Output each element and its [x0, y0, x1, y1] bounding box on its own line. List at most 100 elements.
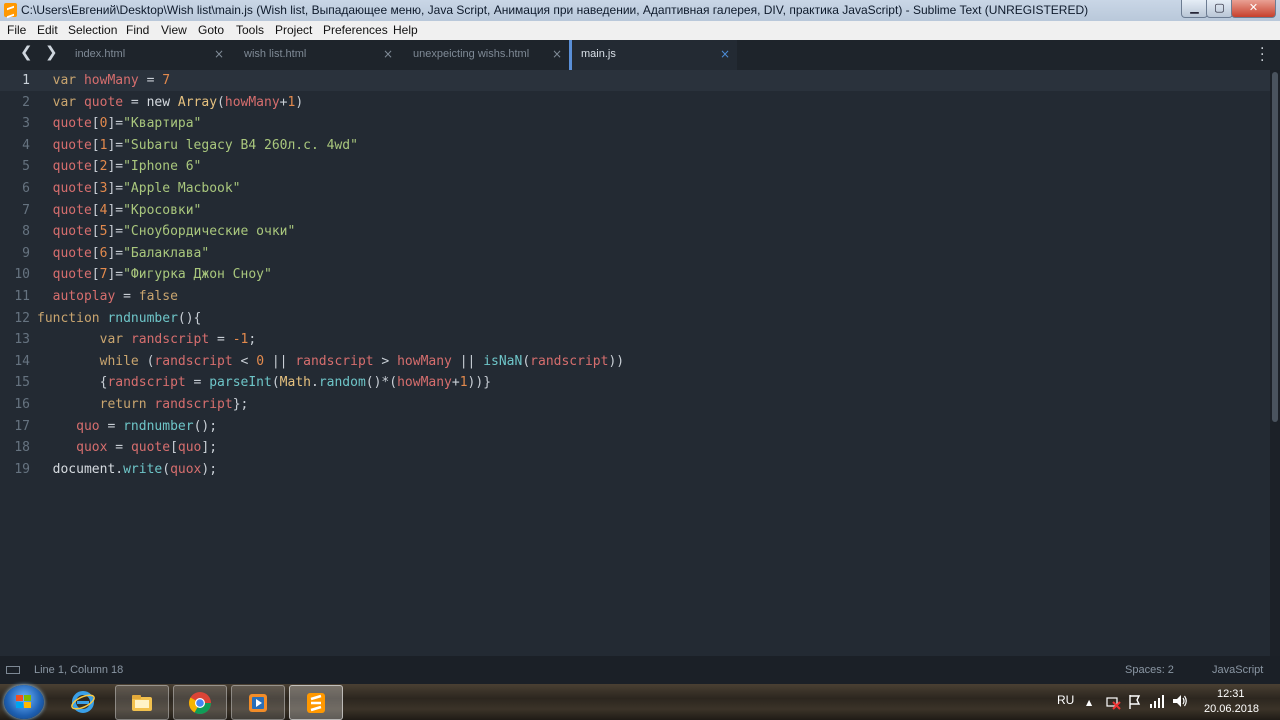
syntax-mode[interactable]: JavaScript	[1212, 664, 1263, 676]
line-number[interactable]: 9	[0, 243, 30, 264]
clock-date[interactable]: 20.06.2018	[1204, 703, 1259, 715]
code-line[interactable]: 8 quote[5]="Сноубордические очки"	[0, 221, 1270, 242]
menu-tools[interactable]: Tools	[236, 23, 264, 37]
code-token: <	[232, 353, 257, 369]
code-line[interactable]: 19 document.write(quox);	[0, 459, 1270, 480]
window-title: C:\Users\Евгений\Desktop\Wish list\main.…	[21, 3, 1089, 17]
line-number[interactable]: 10	[0, 264, 30, 285]
tab-unexpeicting-wishs-html[interactable]: unexpeicting wishs.html ×	[399, 40, 569, 70]
code-line[interactable]: 7 quote[4]="Кросовки"	[0, 200, 1270, 221]
clock-time[interactable]: 12:31	[1217, 688, 1245, 700]
menu-find[interactable]: Find	[126, 23, 149, 37]
code-line[interactable]: 14 while (randscript < 0 || randscript >…	[0, 351, 1270, 372]
code-token: quote	[52, 245, 92, 261]
code-line[interactable]: 18 quox = quote[quo];	[0, 437, 1270, 458]
line-number[interactable]: 2	[0, 92, 30, 113]
code-line[interactable]: 17 quo = rndnumber();	[0, 416, 1270, 437]
code-text: quote[1]="Subaru legacy B4 260л.с. 4wd"	[37, 135, 358, 156]
tab-label: index.html	[75, 48, 126, 60]
line-number[interactable]: 12	[0, 308, 30, 329]
line-number[interactable]: 4	[0, 135, 30, 156]
code-line[interactable]: 6 quote[3]="Apple Macbook"	[0, 178, 1270, 199]
start-button[interactable]	[4, 685, 44, 719]
tab-bar: ❮ ❯ index.html × wish list.html × unexpe…	[0, 40, 1280, 70]
chevron-left-icon[interactable]: ❮	[20, 43, 33, 61]
code-line[interactable]: 12 function rndnumber(){	[0, 308, 1270, 329]
line-number[interactable]: 19	[0, 459, 30, 480]
taskbar-google-chrome[interactable]	[173, 685, 227, 720]
menu-goto[interactable]: Goto	[198, 23, 224, 37]
scrollbar-thumb[interactable]	[1272, 72, 1278, 422]
code-line[interactable]: 15 {randscript = parseInt(Math.random()*…	[0, 372, 1270, 393]
maximize-button[interactable]: ▢	[1206, 0, 1233, 18]
close-tab-icon[interactable]: ×	[383, 47, 393, 61]
code-editor[interactable]: 1 var howMany = 72 var quote = new Array…	[0, 70, 1270, 656]
tab-index-html[interactable]: index.html ×	[61, 40, 231, 70]
code-token: [	[91, 202, 100, 218]
code-line[interactable]: 1 var howMany = 7	[0, 70, 1270, 91]
line-number[interactable]: 16	[0, 394, 30, 415]
window-title-bar[interactable]: C:\Users\Евгений\Desktop\Wish list\main.…	[0, 0, 1280, 22]
code-line[interactable]: 13 var randscript = -1;	[0, 329, 1270, 350]
code-line[interactable]: 4 quote[1]="Subaru legacy B4 260л.с. 4wd…	[0, 135, 1270, 156]
minimize-button[interactable]: ▁	[1181, 0, 1208, 18]
menu-view[interactable]: View	[161, 23, 187, 37]
show-hidden-icons-icon[interactable]: ▲	[1086, 698, 1092, 707]
internet-explorer-icon	[71, 691, 95, 713]
menu-help[interactable]: Help	[393, 23, 418, 37]
input-language[interactable]: RU	[1057, 693, 1074, 707]
line-number[interactable]: 13	[0, 329, 30, 350]
code-line[interactable]: 2 var quote = new Array(howMany+1)	[0, 92, 1270, 113]
taskbar-file-explorer[interactable]	[115, 685, 169, 720]
code-token: >	[373, 353, 398, 369]
tab-label: main.js	[581, 48, 616, 60]
code-token: ||	[264, 353, 296, 369]
code-line[interactable]: 9 quote[6]="Балаклава"	[0, 243, 1270, 264]
action-center-flag-icon[interactable]	[1128, 694, 1142, 710]
panel-toggle-icon[interactable]	[6, 666, 20, 674]
line-number[interactable]: 3	[0, 113, 30, 134]
vertical-scrollbar[interactable]	[1270, 70, 1280, 656]
line-number[interactable]: 8	[0, 221, 30, 242]
close-tab-icon[interactable]: ×	[214, 47, 224, 61]
code-line[interactable]: 16 return randscript};	[0, 394, 1270, 415]
line-number[interactable]: 6	[0, 178, 30, 199]
code-line[interactable]: 11 autoplay = false	[0, 286, 1270, 307]
tab-main-js[interactable]: main.js ×	[569, 40, 737, 70]
line-number[interactable]: 7	[0, 200, 30, 221]
close-tab-icon[interactable]: ×	[720, 47, 730, 61]
line-number[interactable]: 17	[0, 416, 30, 437]
code-token: howMany	[397, 353, 452, 369]
line-number[interactable]: 15	[0, 372, 30, 393]
volume-icon[interactable]	[1172, 694, 1188, 708]
line-number[interactable]: 5	[0, 156, 30, 177]
close-tab-icon[interactable]: ×	[552, 47, 562, 61]
line-number[interactable]: 1	[0, 70, 30, 91]
chevron-right-icon[interactable]: ❯	[45, 43, 58, 61]
code-line[interactable]: 5 quote[2]="Iphone 6"	[0, 156, 1270, 177]
indentation-setting[interactable]: Spaces: 2	[1125, 664, 1174, 676]
code-line[interactable]: 10 quote[7]="Фигурка Джон Сноу"	[0, 264, 1270, 285]
menu-file[interactable]: File	[7, 23, 26, 37]
taskbar-sublime-text[interactable]	[289, 685, 343, 720]
code-line[interactable]: 3 quote[0]="Квартира"	[0, 113, 1270, 134]
line-number[interactable]: 11	[0, 286, 30, 307]
code-token: rndnumber	[107, 310, 178, 326]
menu-preferences[interactable]: Preferences	[323, 23, 388, 37]
tab-wish-list-html[interactable]: wish list.html ×	[230, 40, 400, 70]
taskbar-media-player[interactable]	[231, 685, 285, 720]
signal-strength-icon[interactable]	[1150, 694, 1166, 708]
line-number[interactable]: 14	[0, 351, 30, 372]
line-number[interactable]: 18	[0, 437, 30, 458]
more-options-icon[interactable]: · · ·	[1260, 42, 1264, 68]
code-token: ]=	[107, 181, 124, 196]
menu-selection[interactable]: Selection	[68, 23, 117, 37]
menu-edit[interactable]: Edit	[37, 23, 58, 37]
status-bar: Line 1, Column 18 Spaces: 2 JavaScript	[0, 656, 1280, 684]
menu-project[interactable]: Project	[275, 23, 312, 37]
network-status-icon[interactable]	[1105, 694, 1121, 710]
close-button[interactable]: ✕	[1231, 0, 1276, 18]
taskbar-internet-explorer[interactable]	[57, 685, 109, 718]
